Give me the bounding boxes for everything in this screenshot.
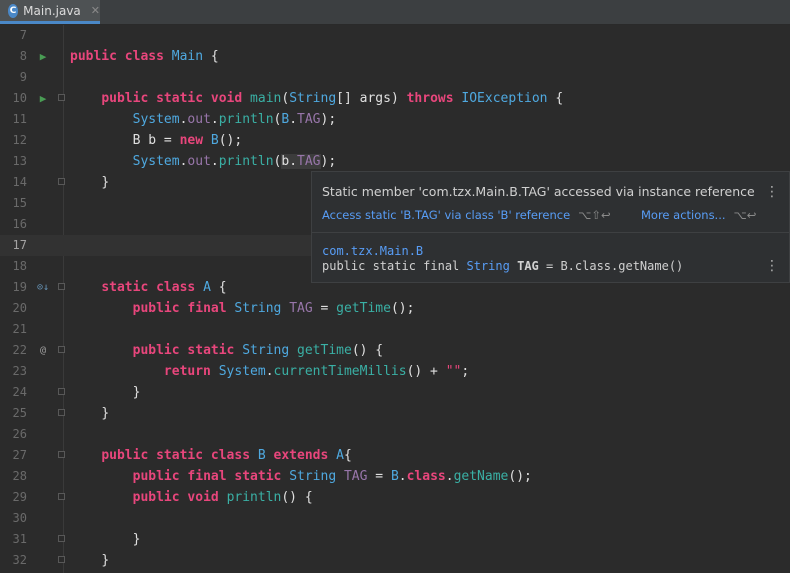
line-number: 22	[12, 343, 27, 357]
fold-icon[interactable]	[58, 178, 65, 185]
line-number: 15	[12, 196, 27, 210]
declaration-class-link[interactable]: com.tzx.Main.B	[322, 244, 423, 258]
fold-icon[interactable]	[58, 556, 65, 563]
code-line[interactable]: 28 public final static String TAG = B.cl…	[0, 466, 790, 487]
more-actions-link[interactable]: More actions... ⌥↩	[641, 208, 756, 222]
line-number: 24	[12, 385, 27, 399]
line-number: 29	[12, 490, 27, 504]
code-line[interactable]: 13 System.out.println(b.TAG);	[0, 151, 790, 172]
code-line[interactable]: 10 ▶ public static void main(String[] ar…	[0, 88, 790, 109]
code-editor[interactable]: 7 8 ▶ public class Main { 9 10 ▶ public …	[0, 25, 790, 573]
code-line[interactable]: 9	[0, 67, 790, 88]
line-number: 23	[12, 364, 27, 378]
declaration-signature: public static final String TAG = B.class…	[322, 259, 684, 273]
line-number: 12	[12, 133, 27, 147]
line-number: 18	[12, 259, 27, 273]
code-line[interactable]: 21	[0, 319, 790, 340]
close-icon[interactable]: ✕	[91, 4, 100, 17]
code-line[interactable]: 11 System.out.println(B.TAG);	[0, 109, 790, 130]
line-number: 17	[12, 238, 27, 252]
shortcut-label: ⌥⇧↩	[578, 208, 611, 222]
code-line[interactable]: 32 }	[0, 550, 790, 571]
line-number: 19	[12, 280, 27, 294]
line-number: 30	[12, 511, 27, 525]
code-line[interactable]: 31 }	[0, 529, 790, 550]
more-options-icon[interactable]: ⋮	[765, 185, 779, 199]
tab-main-java[interactable]: C Main.java ✕	[0, 0, 100, 24]
run-icon[interactable]: ▶	[36, 46, 50, 67]
line-number: 26	[12, 427, 27, 441]
line-number: 21	[12, 322, 27, 336]
code-line[interactable]: 8 ▶ public class Main {	[0, 46, 790, 67]
line-number: 10	[12, 91, 27, 105]
overridden-icon[interactable]: ⊙↓	[36, 277, 50, 298]
java-class-icon: C	[8, 3, 19, 18]
fold-icon[interactable]	[58, 451, 65, 458]
line-number: 28	[12, 469, 27, 483]
code-line[interactable]: 25 }	[0, 403, 790, 424]
line-number: 25	[12, 406, 27, 420]
code-line[interactable]: 22 @ public static String getTime() {	[0, 340, 790, 361]
fold-icon[interactable]	[58, 94, 65, 101]
run-icon[interactable]: ▶	[36, 88, 50, 109]
line-number: 14	[12, 175, 27, 189]
editor-tab-bar: C Main.java ✕	[0, 0, 790, 25]
fold-icon[interactable]	[58, 346, 65, 353]
line-number: 32	[12, 553, 27, 567]
line-number: 13	[12, 154, 27, 168]
tab-title: Main.java	[23, 3, 81, 18]
line-number: 7	[19, 28, 27, 42]
shortcut-label: ⌥↩	[733, 208, 757, 222]
annotation-icon[interactable]: @	[36, 340, 50, 361]
code-line[interactable]: 26	[0, 424, 790, 445]
line-number: 16	[12, 217, 27, 231]
code-line[interactable]: 12 B b = new B();	[0, 130, 790, 151]
fold-icon[interactable]	[58, 409, 65, 416]
quick-fix-link[interactable]: Access static 'B.TAG' via class 'B' refe…	[322, 208, 611, 222]
line-number: 27	[12, 448, 27, 462]
fold-icon[interactable]	[58, 535, 65, 542]
code-line[interactable]: 23 return System.currentTimeMillis() + "…	[0, 361, 790, 382]
code-line[interactable]: 30	[0, 508, 790, 529]
inspection-popup: Static member 'com.tzx.Main.B.TAG' acces…	[311, 171, 790, 283]
fold-icon[interactable]	[58, 388, 65, 395]
inspection-message: Static member 'com.tzx.Main.B.TAG' acces…	[322, 184, 755, 199]
line-number: 20	[12, 301, 27, 315]
line-number: 31	[12, 532, 27, 546]
line-number: 9	[19, 70, 27, 84]
more-options-icon[interactable]: ⋮	[765, 259, 779, 273]
code-line[interactable]: 24 }	[0, 382, 790, 403]
popup-divider	[312, 232, 789, 233]
code-line[interactable]: 20 public final String TAG = getTime();	[0, 298, 790, 319]
code-line[interactable]: 29 public void println() {	[0, 487, 790, 508]
line-number: 8	[19, 49, 27, 63]
fold-icon[interactable]	[58, 283, 65, 290]
line-number: 11	[12, 112, 27, 126]
code-line[interactable]: 27 public static class B extends A{	[0, 445, 790, 466]
fold-icon[interactable]	[58, 493, 65, 500]
code-line[interactable]: 7	[0, 25, 790, 46]
